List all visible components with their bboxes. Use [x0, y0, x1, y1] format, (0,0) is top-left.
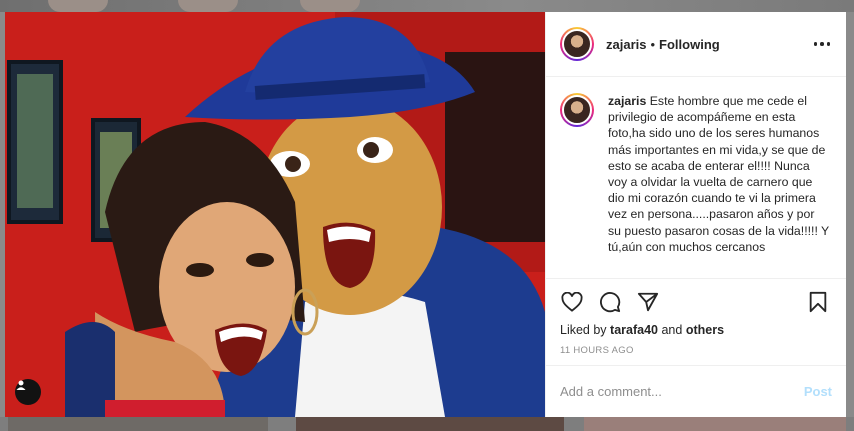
background-strip-top [0, 0, 854, 12]
liked-by-others[interactable]: others [686, 323, 724, 337]
caption-avatar[interactable] [560, 93, 594, 127]
comment-input[interactable] [560, 384, 804, 399]
liked-by-user[interactable]: tarafa40 [610, 323, 658, 337]
heart-icon [561, 292, 583, 312]
post-timestamp[interactable]: 11 HOURS AGO [560, 345, 830, 356]
save-button[interactable] [806, 290, 830, 314]
background-tile [8, 417, 268, 431]
background-thumbnail [178, 0, 238, 12]
background-strip-bottom [0, 417, 854, 431]
paper-plane-icon [637, 292, 659, 312]
following-button[interactable]: Following [659, 37, 720, 52]
user-tag-icon [16, 380, 26, 390]
comment-button[interactable] [598, 290, 622, 314]
bookmark-icon [809, 291, 827, 313]
post-modal: zajaris • Following zajaris Este hombre … [5, 12, 846, 417]
like-button[interactable] [560, 290, 584, 314]
likes-summary: Liked by tarafa40 and others [560, 323, 830, 337]
liked-by-and: and [661, 323, 683, 337]
caption-username[interactable]: zajaris [608, 94, 646, 108]
post-comment-button[interactable]: Post [804, 384, 832, 399]
add-comment-bar: Post [546, 365, 846, 417]
comment-bubble-icon [600, 292, 621, 313]
post-sidebar: zajaris • Following zajaris Este hombre … [545, 12, 846, 417]
caption-body: zajaris Este hombre que me cede el privi… [608, 93, 830, 255]
scroll-fade [546, 264, 846, 278]
background-thumbnail [48, 0, 108, 12]
tag-button[interactable] [15, 379, 41, 405]
liked-by-prefix: Liked by [560, 323, 607, 337]
caption: zajaris Este hombre que me cede el privi… [560, 93, 830, 255]
avatar[interactable] [560, 27, 594, 61]
caption-text: Este hombre que me cede el privilegio de… [608, 94, 830, 254]
header-username[interactable]: zajaris [606, 37, 646, 52]
share-button[interactable] [636, 290, 660, 314]
comments-area[interactable]: zajaris Este hombre que me cede el privi… [546, 77, 846, 278]
post-photo-illustration [5, 12, 545, 417]
more-horizontal-icon[interactable] [813, 42, 830, 46]
post-header: zajaris • Following [546, 12, 846, 77]
background-thumbnail [300, 0, 360, 12]
background-tile [296, 417, 564, 431]
header-separator: • [650, 36, 656, 52]
actions-block: Liked by tarafa40 and others 11 HOURS AG… [546, 278, 846, 365]
post-photo[interactable] [5, 12, 545, 417]
action-bar [560, 285, 830, 319]
background-tile [584, 417, 846, 431]
